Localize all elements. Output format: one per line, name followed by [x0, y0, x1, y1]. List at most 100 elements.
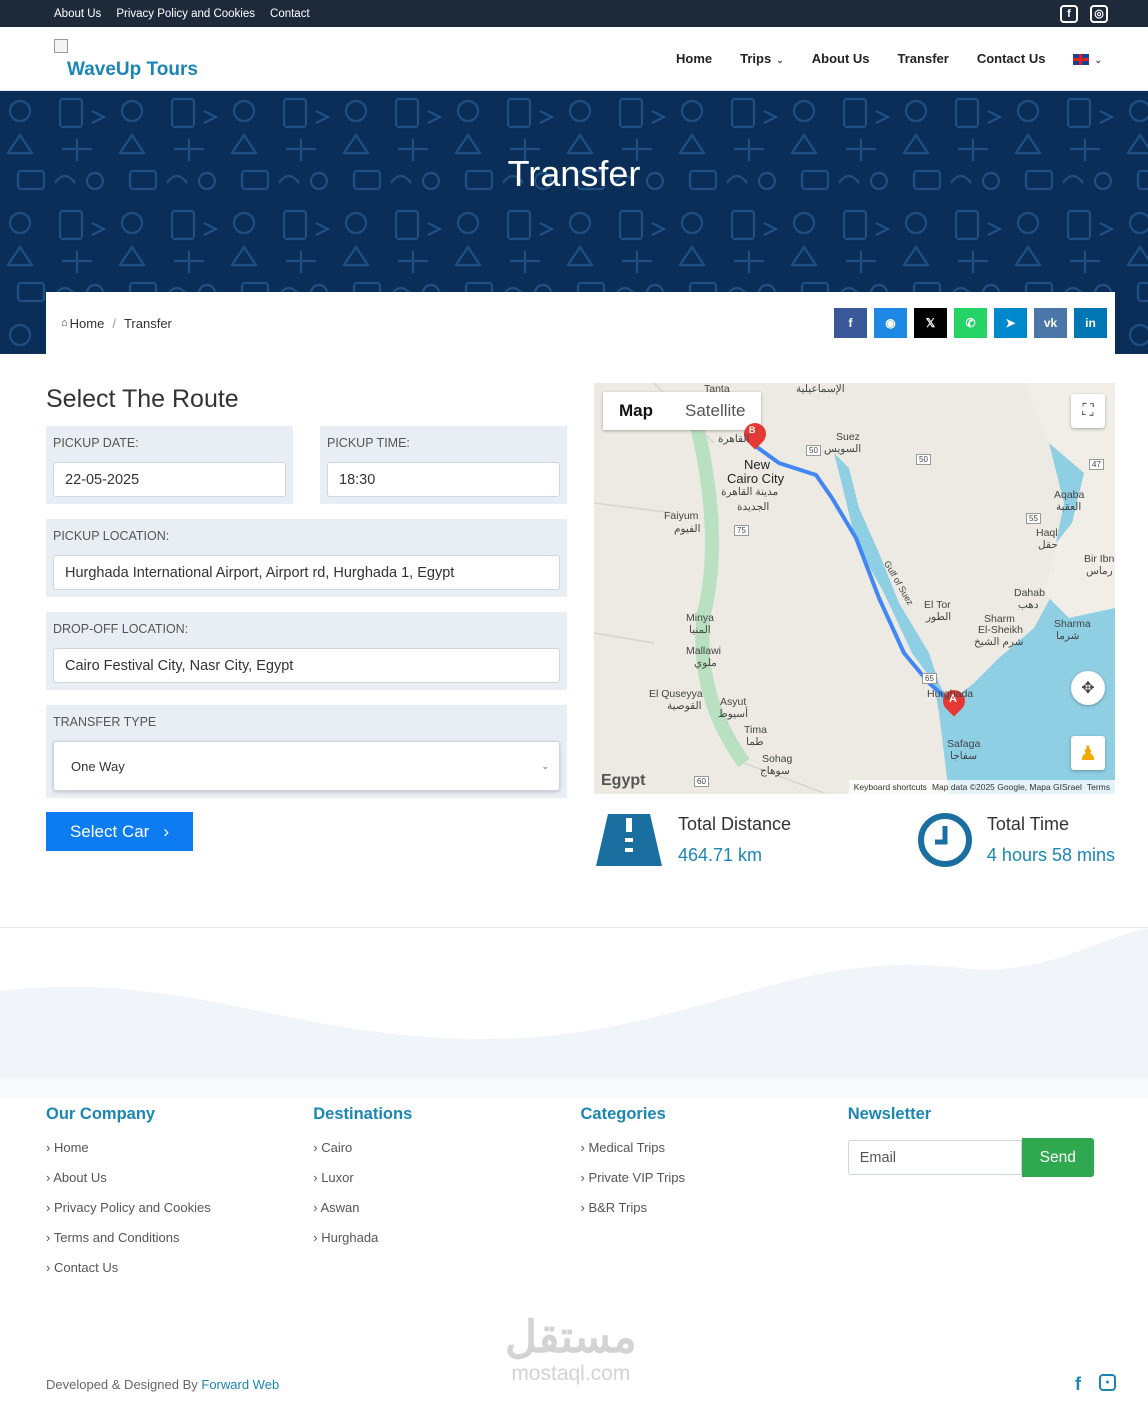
- total-time: Total Time 4 hours 58 mins: [917, 812, 1115, 868]
- map-label-asyut-ar: أسيوط: [718, 708, 749, 720]
- map-attribution-item[interactable]: Keyboard shortcuts: [854, 782, 927, 792]
- map-label-hurghada: Hurghada: [927, 688, 974, 700]
- footer-link[interactable]: › Cairo: [313, 1140, 580, 1170]
- fullscreen-icon[interactable]: ⛶: [1071, 394, 1105, 428]
- road-number-label: 50: [916, 454, 931, 465]
- messenger-share-button[interactable]: ◉: [874, 308, 907, 338]
- road-number-label: 55: [1026, 513, 1041, 524]
- language-switcher[interactable]: ⌄: [1073, 51, 1102, 66]
- pickup-date-input[interactable]: 22-05-2025: [53, 462, 286, 497]
- time-label: Total Time: [986, 814, 1069, 834]
- x-share-button[interactable]: 𝕏: [914, 308, 947, 338]
- facebook-icon[interactable]: f: [1060, 4, 1078, 23]
- chevron-right-icon: ›: [46, 1200, 54, 1215]
- footer-link[interactable]: › Aswan: [313, 1200, 580, 1230]
- site-logo[interactable]: WaveUp Tours: [54, 34, 234, 84]
- facebook-share-button[interactable]: f: [834, 308, 867, 338]
- footer-column-title: Destinations: [313, 1105, 413, 1123]
- road-number-label: 75: [734, 525, 749, 536]
- route-map[interactable]: Map Satellite ⛶ ✥ ♟ B A Tanta الإسماعيلية…: [594, 383, 1115, 794]
- top-bar: About Us Privacy Policy and Cookies Contac…: [0, 0, 1148, 27]
- footer-link[interactable]: › Luxor: [313, 1170, 580, 1200]
- newsletter-send-button[interactable]: Send: [1021, 1138, 1094, 1177]
- footer-link-label: Privacy Policy and Cookies: [53, 1200, 211, 1215]
- vk-share-button[interactable]: vk: [1034, 308, 1067, 338]
- route-stats: Total Distance 464.71 km Total Time 4 ho…: [594, 812, 1115, 868]
- instagram-icon[interactable]: ◎: [1090, 4, 1108, 23]
- dropoff-location-input[interactable]: Cairo Festival City, Nasr City, Egypt: [53, 648, 560, 683]
- map-type-switch: Map Satellite: [603, 392, 762, 430]
- whatsapp-share-button[interactable]: ✆: [954, 308, 987, 338]
- newsletter-email-input[interactable]: Email: [847, 1140, 1022, 1175]
- map-label-haql-ar: حقل: [1038, 539, 1058, 551]
- top-link[interactable]: About Us: [54, 8, 101, 20]
- map-label-minya-ar: المنيا: [689, 624, 711, 636]
- top-link[interactable]: Contact: [270, 8, 310, 20]
- nav-item[interactable]: Home: [676, 51, 712, 66]
- map-label-mallawi: Mallawi: [686, 645, 722, 657]
- map-label-sharm-ar: شرم الشيخ: [974, 636, 1024, 648]
- linkedin-share-button[interactable]: in: [1074, 308, 1107, 338]
- main-navbar: WaveUp Tours Home Trips ⌄ About Us Transfer C…: [0, 27, 1148, 91]
- nav-item[interactable]: Transfer: [898, 51, 949, 66]
- footer-link[interactable]: › Home: [46, 1140, 313, 1170]
- map-label-new-cairo-ar: مدينة القاهرة: [721, 486, 779, 498]
- chevron-right-icon: ›: [46, 1230, 54, 1245]
- footer-link[interactable]: › B&R Trips: [581, 1200, 848, 1230]
- map-label-tima-ar: طما: [746, 736, 764, 748]
- map-label-sharma-ar: شرما: [1056, 630, 1080, 642]
- satellite-tab[interactable]: Satellite: [669, 401, 761, 421]
- map-label-sohag: Sohag: [762, 753, 793, 765]
- map-label-mallawi-ar: ملوي: [694, 657, 717, 669]
- select-car-label: Select Car: [69, 821, 150, 841]
- footer-link[interactable]: › Hurghada: [313, 1230, 580, 1260]
- pickup-location-input[interactable]: Hurghada International Airport, Airport …: [53, 555, 560, 590]
- map-label-sharm2: El-Sheikh: [978, 624, 1023, 636]
- footer-link[interactable]: › About Us: [46, 1170, 313, 1200]
- footer-column-title: Our Company: [46, 1105, 156, 1123]
- street-view-pegman-icon[interactable]: ♟: [1071, 736, 1105, 770]
- map-label-aqaba-ar: العقبة: [1056, 501, 1082, 513]
- transfer-type-select[interactable]: One Way ⌄: [53, 741, 560, 791]
- dropoff-location-label: DROP-OFF LOCATION:: [53, 622, 189, 636]
- map-attribution: Keyboard shortcuts Map data ©2025 Google,…: [848, 780, 1115, 794]
- credit-link[interactable]: Forward Web: [201, 1377, 279, 1392]
- top-social: f ◎: [1060, 4, 1108, 23]
- map-label-dahab: Dahab: [1014, 587, 1045, 599]
- newsletter-form: Email Send: [847, 1138, 1115, 1177]
- facebook-icon[interactable]: f: [1075, 1374, 1081, 1395]
- telegram-share-button[interactable]: ➤: [994, 308, 1027, 338]
- clock-icon: [917, 813, 972, 867]
- footer-link[interactable]: › Contact Us: [46, 1260, 313, 1290]
- footer-link[interactable]: › Private VIP Trips: [581, 1170, 848, 1200]
- nav-item[interactable]: Contact Us: [977, 51, 1046, 66]
- map-label-tima: Tima: [744, 724, 767, 736]
- pickup-time-input[interactable]: 18:30: [327, 462, 560, 497]
- pan-control-icon[interactable]: ✥: [1071, 671, 1105, 705]
- footer-link-label: Hurghada: [321, 1230, 379, 1245]
- footer-link[interactable]: › Privacy Policy and Cookies: [46, 1200, 313, 1230]
- breadcrumb: ⌂ Home / Transfer: [61, 316, 172, 331]
- nav-item[interactable]: About Us: [812, 51, 870, 66]
- breadcrumb-home[interactable]: Home: [70, 316, 105, 331]
- map-label-el-tor: El Tor: [924, 599, 951, 611]
- map-label-sohag-ar: سوهاج: [760, 765, 790, 777]
- footer-link[interactable]: › Medical Trips: [581, 1140, 848, 1170]
- transfer-type-value: One Way: [71, 758, 125, 774]
- top-links: About Us Privacy Policy and Cookies Contac…: [54, 8, 310, 20]
- map-attribution-item[interactable]: Terms: [1087, 782, 1110, 792]
- marker-b-label: B: [749, 425, 756, 435]
- map-label-faiyum: Faiyum: [664, 510, 699, 522]
- chevron-down-icon: ⌄: [1094, 55, 1102, 65]
- nav-item[interactable]: Trips ⌄: [740, 51, 784, 66]
- chevron-down-icon: ⌄: [541, 760, 549, 771]
- select-car-button[interactable]: Select Car ›: [46, 812, 193, 851]
- map-label-dahab-ar: دهب: [1018, 599, 1039, 611]
- transfer-type-label: TRANSFER TYPE: [53, 715, 157, 729]
- instagram-icon[interactable]: ●: [1099, 1374, 1116, 1391]
- pickup-time-box: PICKUP TIME: 18:30: [320, 426, 567, 504]
- footer-link[interactable]: › Terms and Conditions: [46, 1230, 313, 1260]
- map-tab[interactable]: Map: [603, 401, 669, 421]
- top-link[interactable]: Privacy Policy and Cookies: [116, 8, 255, 20]
- nav-item-label: Contact Us: [976, 51, 1046, 66]
